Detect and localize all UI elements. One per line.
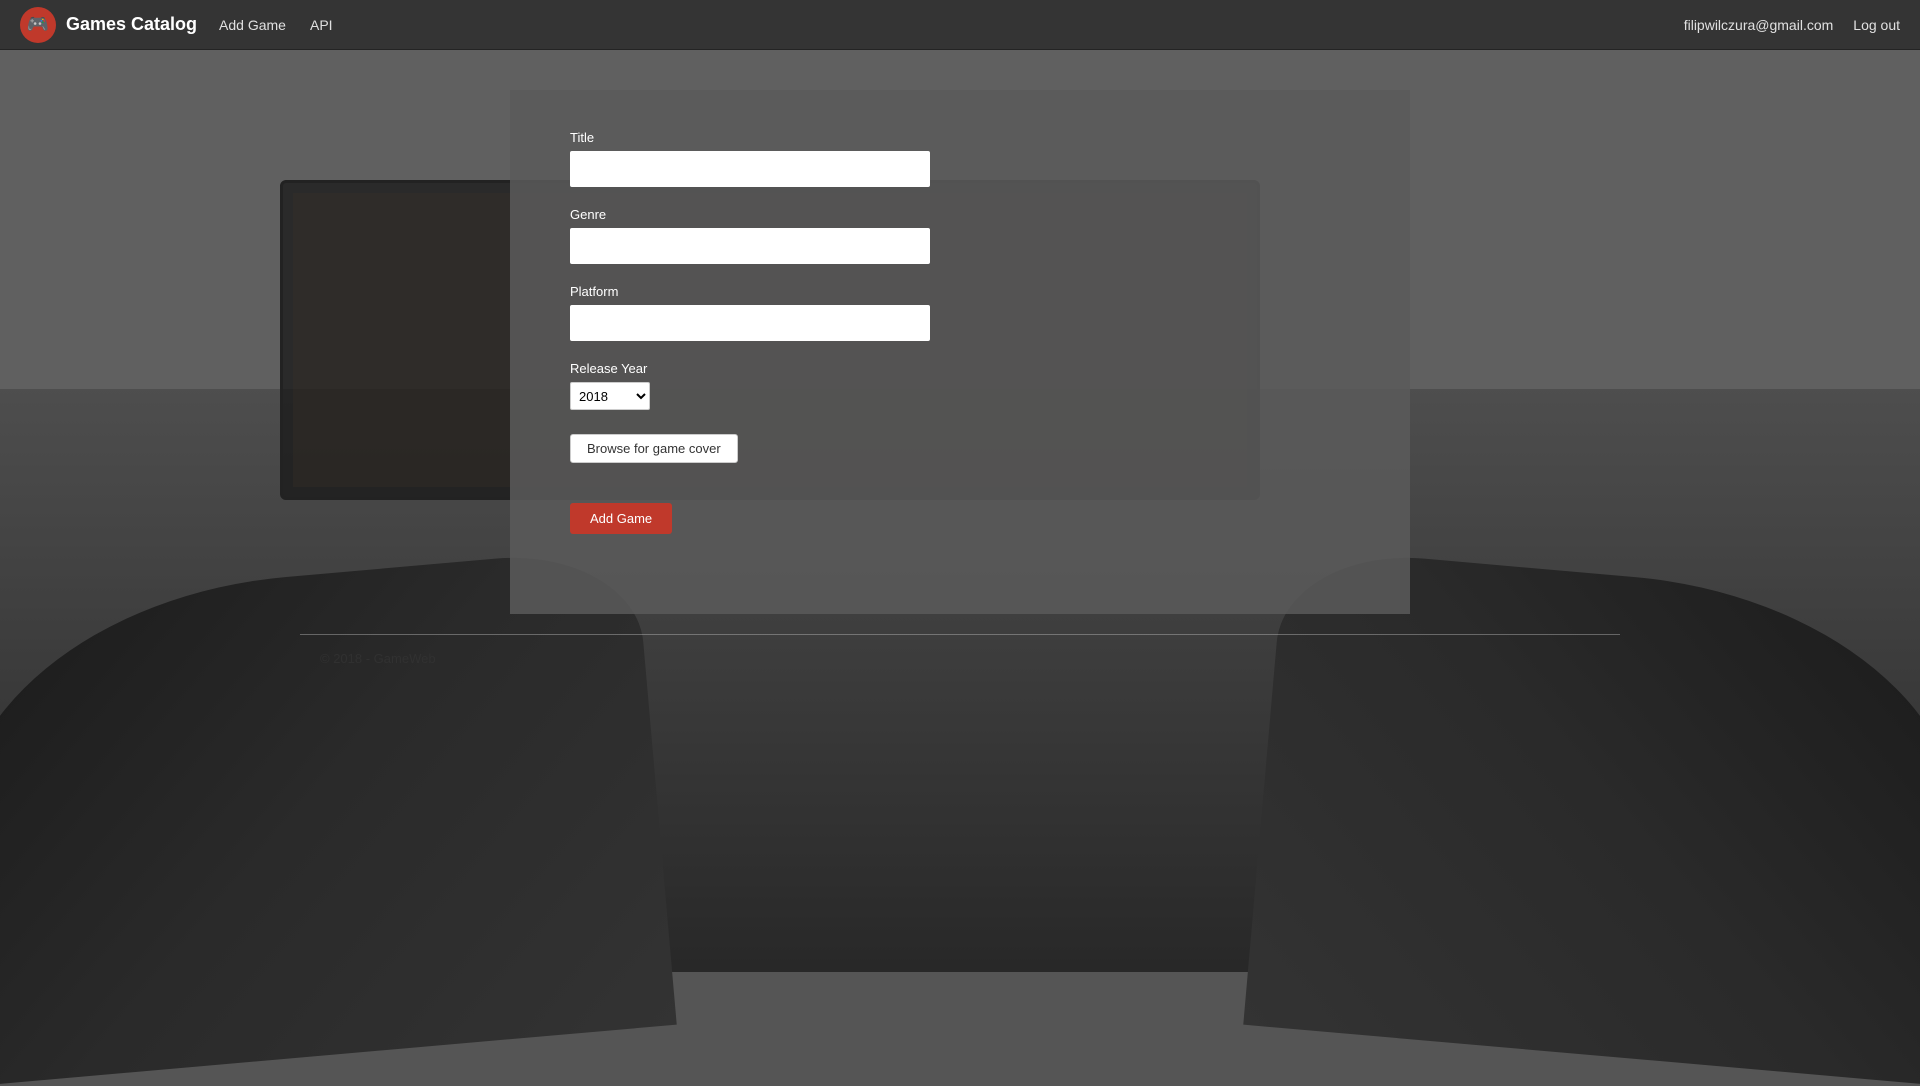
add-game-button[interactable]: Add Game — [570, 503, 672, 534]
genre-label: Genre — [570, 207, 1350, 222]
navbar: 🎮 Games Catalog Add Game API filipwilczu… — [0, 0, 1920, 50]
title-label: Title — [570, 130, 1350, 145]
platform-group: Platform — [570, 284, 1350, 341]
genre-input[interactable] — [570, 228, 930, 264]
release-year-label: Release Year — [570, 361, 1350, 376]
user-email: filipwilczura@gmail.com — [1684, 17, 1834, 33]
brand-icon: 🎮 — [20, 7, 56, 43]
main-nav: Add Game API — [217, 13, 335, 37]
footer: © 2018 - GameWeb — [0, 634, 1920, 682]
navbar-right: filipwilczura@gmail.com Log out — [1684, 17, 1900, 33]
brand-link[interactable]: 🎮 Games Catalog — [20, 7, 197, 43]
main-content: Title Genre Platform Release Year 2018 2… — [0, 50, 1920, 614]
gamepad-icon: 🎮 — [27, 14, 49, 35]
platform-input[interactable] — [570, 305, 930, 341]
form-card: Title Genre Platform Release Year 2018 2… — [510, 90, 1410, 614]
footer-copyright: © 2018 - GameWeb — [0, 635, 1920, 682]
release-year-group: Release Year 2018 2017 2016 2015 2014 20… — [570, 361, 1350, 410]
browse-button[interactable]: Browse for game cover — [570, 434, 738, 463]
submit-group: Add Game — [570, 503, 1350, 534]
release-year-select[interactable]: 2018 2017 2016 2015 2014 2013 2012 2011 … — [570, 382, 650, 410]
brand-label: Games Catalog — [66, 14, 197, 35]
platform-label: Platform — [570, 284, 1350, 299]
nav-api[interactable]: API — [308, 13, 335, 37]
title-input[interactable] — [570, 151, 930, 187]
browse-group: Browse for game cover — [570, 430, 1350, 483]
title-group: Title — [570, 130, 1350, 187]
page-wrapper: 🎮 Games Catalog Add Game API filipwilczu… — [0, 0, 1920, 972]
logout-link[interactable]: Log out — [1853, 17, 1900, 33]
nav-add-game[interactable]: Add Game — [217, 13, 288, 37]
genre-group: Genre — [570, 207, 1350, 264]
